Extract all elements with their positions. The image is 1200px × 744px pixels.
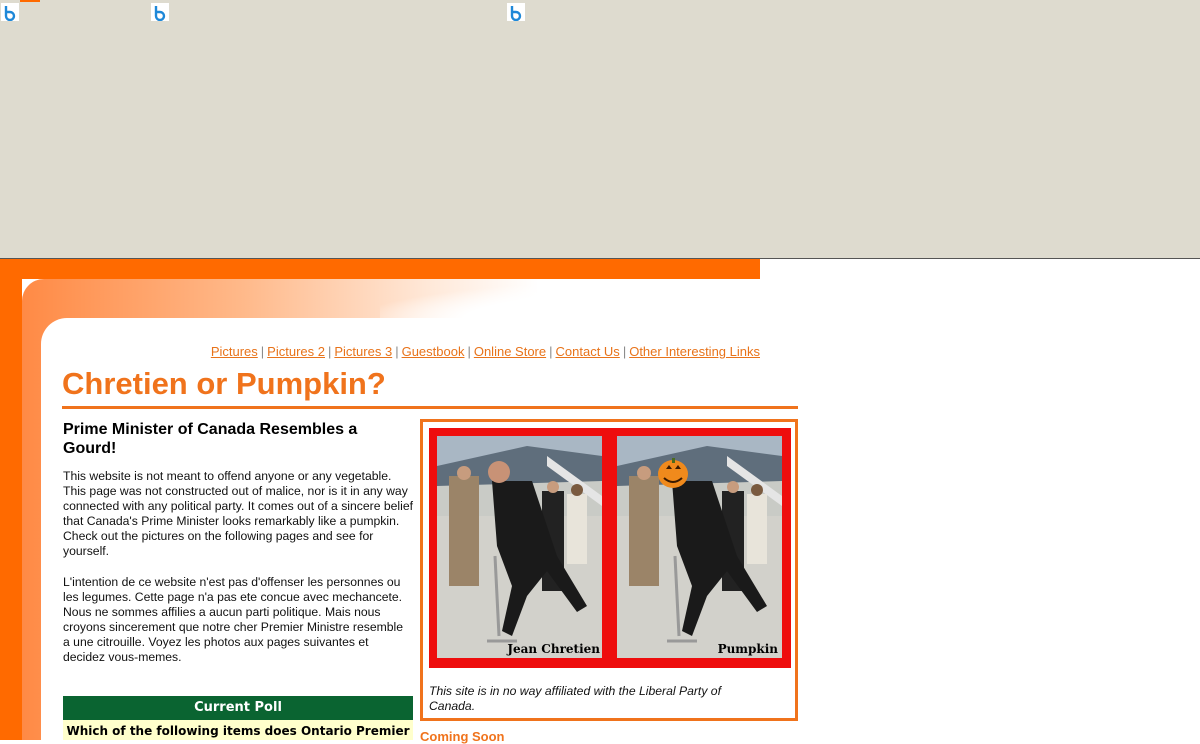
title-divider bbox=[62, 406, 798, 409]
ad-accent-bar bbox=[20, 0, 40, 2]
nav-separator: | bbox=[260, 344, 265, 359]
photo-pumpkin: Pumpkin bbox=[617, 436, 782, 658]
intro-paragraph-english: This website is not meant to offend anyo… bbox=[63, 469, 414, 558]
nav-link-pictures[interactable]: Pictures bbox=[211, 344, 258, 359]
intro-paragraph-french: L'intention de ce website n'est pas d'of… bbox=[63, 575, 404, 664]
photo-label-pumpkin: Pumpkin bbox=[717, 642, 778, 656]
frame-left-bar bbox=[0, 279, 22, 740]
ad-choices-icon[interactable] bbox=[507, 3, 525, 22]
photo-label-chretien: Jean Chretien bbox=[507, 642, 600, 656]
nav-separator: | bbox=[549, 344, 553, 359]
top-nav: Pictures | Pictures 2 | Pictures 3 | Guestbook… bbox=[150, 344, 760, 359]
nav-link-other-links[interactable]: Other Interesting Links bbox=[629, 344, 760, 359]
frame-gradient-fade bbox=[380, 279, 760, 319]
coming-soon-heading: Coming Soon bbox=[420, 729, 505, 744]
nav-link-pictures-3[interactable]: Pictures 3 bbox=[334, 344, 392, 359]
nav-link-contact-us[interactable]: Contact Us bbox=[556, 344, 620, 359]
nav-separator: | bbox=[467, 344, 471, 359]
ad-choices-icon[interactable] bbox=[1, 3, 19, 22]
photo-comparison-image: Jean Chretien Pumpkin bbox=[429, 428, 791, 668]
ad-banner bbox=[0, 0, 1200, 259]
poll-header: Current Poll bbox=[63, 696, 413, 720]
nav-link-guestbook[interactable]: Guestbook bbox=[402, 344, 465, 359]
nav-link-online-store[interactable]: Online Store bbox=[474, 344, 546, 359]
ad-choices-icon[interactable] bbox=[151, 3, 169, 22]
page-heading: Prime Minister of Canada Resembles a Gou… bbox=[63, 421, 358, 457]
photo-chretien: Jean Chretien bbox=[437, 436, 602, 658]
page-title: Chretien or Pumpkin? bbox=[62, 366, 386, 401]
nav-separator: | bbox=[622, 344, 627, 359]
frame-top-bar bbox=[0, 259, 760, 279]
nav-separator: | bbox=[327, 344, 332, 359]
nav-link-pictures-2[interactable]: Pictures 2 bbox=[267, 344, 325, 359]
photo-box: Jean Chretien Pumpkin This site is in no… bbox=[420, 419, 798, 721]
photo-caption: This site is in no way affiliated with t… bbox=[429, 684, 721, 713]
poll-question: Which of the following items does Ontari… bbox=[63, 720, 413, 740]
nav-separator: | bbox=[395, 344, 399, 359]
